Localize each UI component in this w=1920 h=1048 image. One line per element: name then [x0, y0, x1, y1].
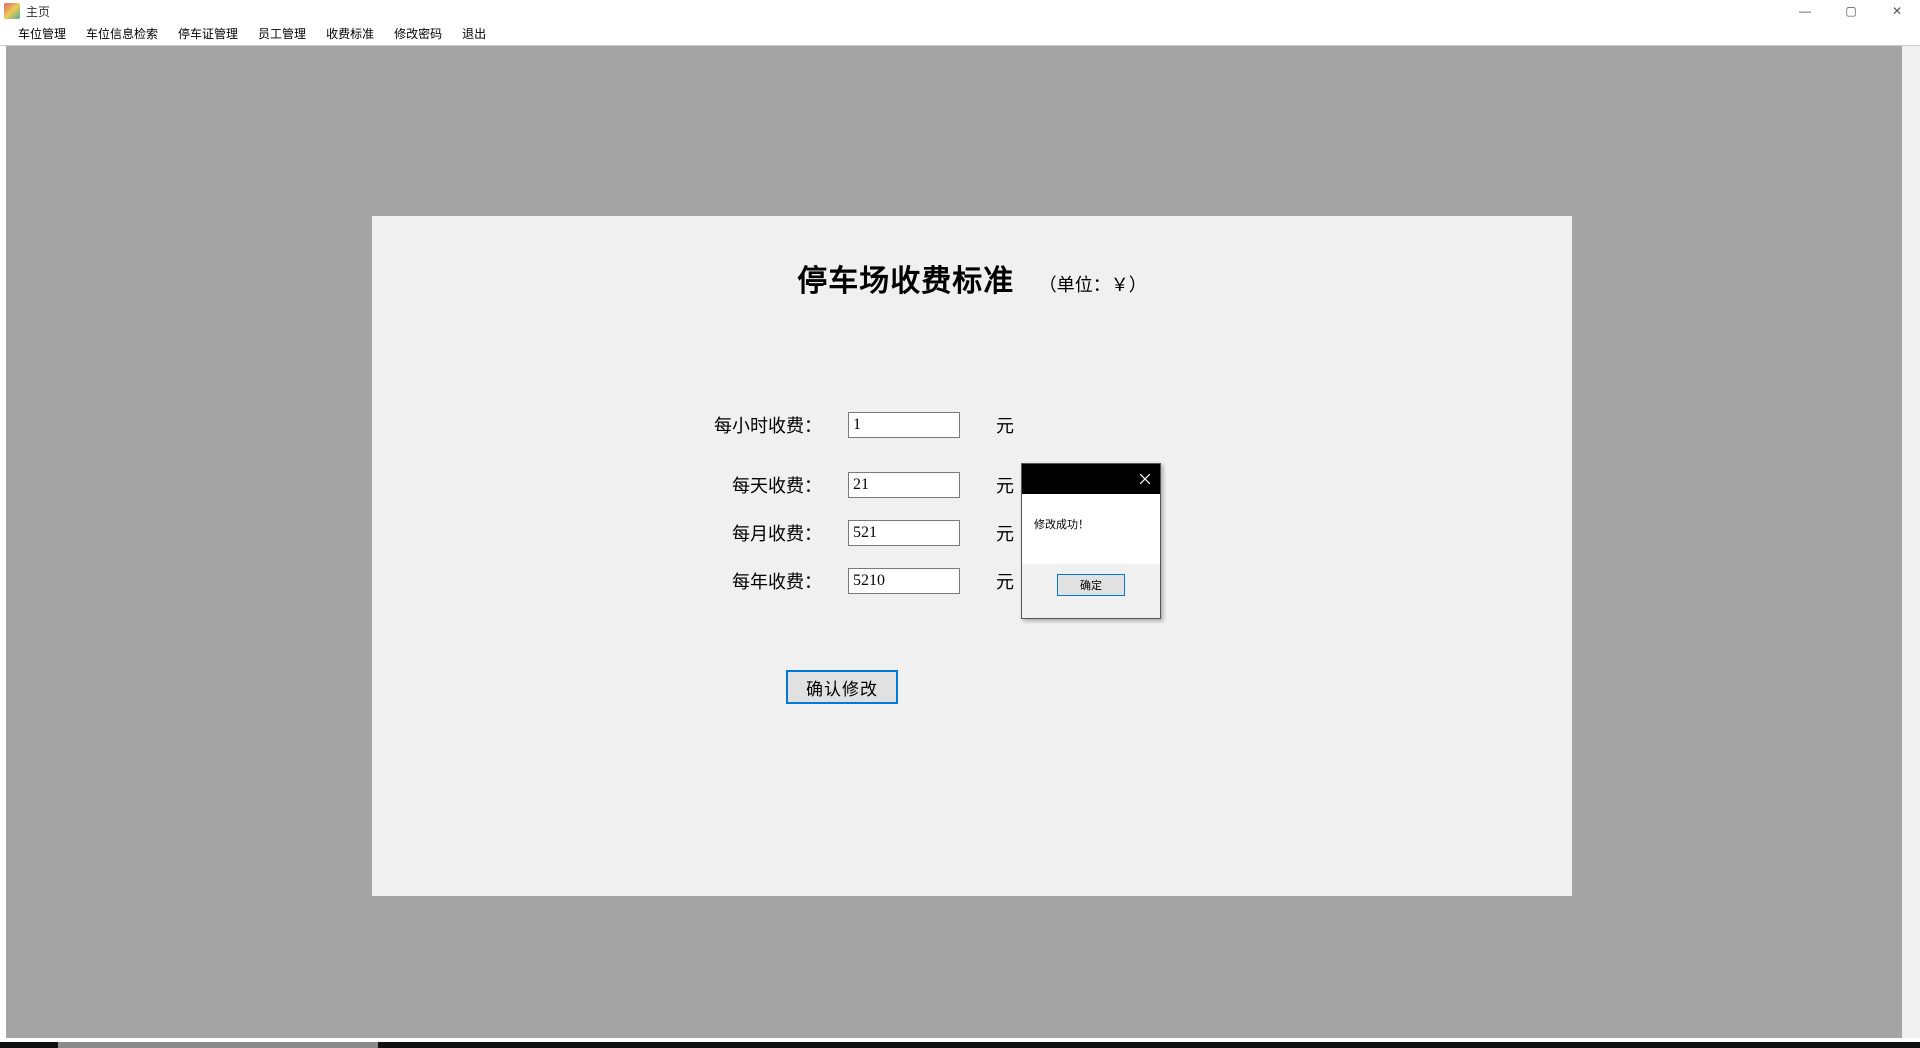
suffix-day: 元 [996, 472, 1014, 498]
suffix-year: 元 [996, 568, 1014, 594]
window-controls: — ▢ ✕ [1782, 0, 1920, 22]
menu-parking-search[interactable]: 车位信息检索 [76, 22, 168, 46]
app-icon [4, 3, 20, 19]
menu-permit[interactable]: 停车证管理 [168, 22, 248, 46]
confirm-button[interactable]: 确认修改 [786, 670, 898, 704]
menubar: 车位管理 车位信息检索 停车证管理 员工管理 收费标准 修改密码 退出 [0, 22, 1920, 46]
suffix-month: 元 [996, 520, 1014, 546]
maximize-button[interactable]: ▢ [1828, 0, 1874, 22]
scrollbar-vertical[interactable] [1902, 46, 1920, 1038]
mdi-client: 停车场收费标准 （单位：￥） 每小时收费： 元 每天收费： 元 每月收费： 元 … [6, 46, 1920, 1038]
suffix-hour: 元 [996, 412, 1014, 438]
dialog-button-row: 确定 [1022, 564, 1160, 606]
menu-fee[interactable]: 收费标准 [316, 22, 384, 46]
input-month[interactable] [848, 520, 960, 546]
input-hour[interactable] [848, 412, 960, 438]
label-day: 每天收费： [682, 472, 822, 498]
window-title: 主页 [26, 3, 50, 20]
label-year: 每年收费： [682, 568, 822, 594]
close-button[interactable]: ✕ [1874, 0, 1920, 22]
taskbar-segment [58, 1042, 378, 1048]
dialog-message: 修改成功！ [1022, 494, 1160, 542]
message-dialog: 修改成功！ 确定 [1021, 463, 1161, 619]
row-hour: 每小时收费： 元 [682, 410, 1572, 440]
dialog-titlebar [1022, 464, 1160, 494]
input-day[interactable] [848, 472, 960, 498]
panel-title: 停车场收费标准 [797, 265, 1014, 298]
window-titlebar: 主页 — ▢ ✕ [0, 0, 1920, 22]
fee-panel: 停车场收费标准 （单位：￥） 每小时收费： 元 每天收费： 元 每月收费： 元 … [372, 216, 1572, 896]
menu-password[interactable]: 修改密码 [384, 22, 452, 46]
menu-parking-space[interactable]: 车位管理 [8, 22, 76, 46]
minimize-button[interactable]: — [1782, 0, 1828, 22]
dialog-close-button[interactable] [1130, 464, 1160, 494]
label-month: 每月收费： [682, 520, 822, 546]
menu-exit[interactable]: 退出 [452, 22, 496, 46]
close-icon [1140, 474, 1150, 484]
dialog-ok-button[interactable]: 确定 [1057, 574, 1125, 596]
input-year[interactable] [848, 568, 960, 594]
menu-staff[interactable]: 员工管理 [248, 22, 316, 46]
panel-unit: （单位：￥） [1039, 275, 1147, 295]
label-hour: 每小时收费： [682, 412, 822, 438]
panel-header: 停车场收费标准 （单位：￥） [372, 256, 1572, 300]
